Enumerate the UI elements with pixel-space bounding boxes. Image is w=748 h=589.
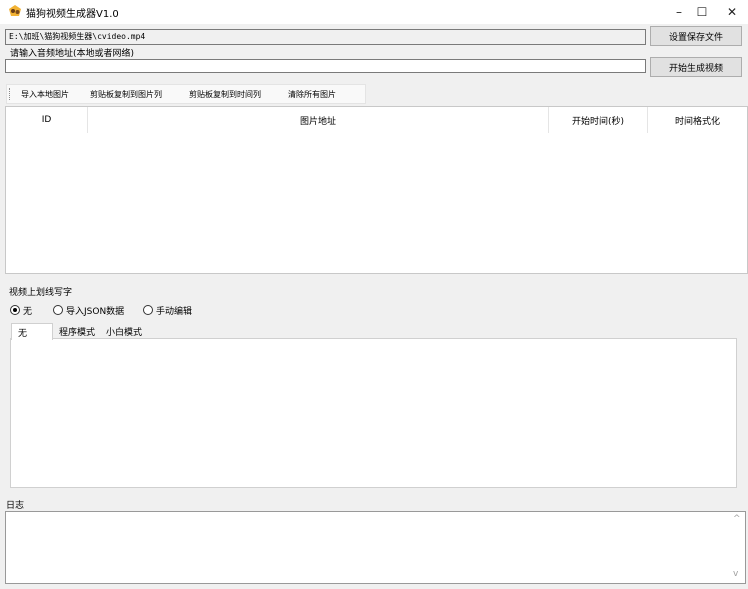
radio-manual-edit[interactable]: 手动编辑 <box>143 304 193 317</box>
log-label: 日志 <box>6 501 25 511</box>
drawing-tab-panel[interactable] <box>10 338 737 488</box>
column-header-image-path[interactable]: 图片地址 <box>88 107 549 133</box>
radio-manual-edit-label: 手动编辑 <box>156 306 193 317</box>
radio-unselected-icon <box>53 305 63 315</box>
tab-none[interactable]: 无 <box>11 323 53 340</box>
log-textarea[interactable] <box>5 511 746 584</box>
column-header-start-time[interactable]: 开始时间(秒) <box>549 107 648 133</box>
log-scrollbar[interactable]: ^ v <box>729 512 745 583</box>
audio-address-label: 请输入音频地址(本地或者网络) <box>10 49 135 59</box>
tab-novice-mode[interactable]: 小白模式 <box>102 323 146 339</box>
window-title: 猫狗视频生成器V1.0 <box>26 9 119 20</box>
radio-unselected-icon <box>143 305 153 315</box>
set-save-file-button[interactable]: 设置保存文件 <box>650 26 742 46</box>
clear-all-images-button[interactable]: 清除所有图片 <box>288 89 336 100</box>
radio-none-label: 无 <box>23 306 33 317</box>
scroll-down-icon[interactable]: v <box>733 569 738 579</box>
paste-to-image-column-button[interactable]: 剪贴板复制到图片列 <box>90 89 162 100</box>
cat-dog-app-icon <box>9 5 21 16</box>
start-generate-video-button[interactable]: 开始生成视频 <box>650 57 742 77</box>
video-drawing-label: 视频上划线写字 <box>9 288 73 298</box>
radio-selected-icon <box>10 305 20 315</box>
radio-none[interactable]: 无 <box>10 304 33 317</box>
scroll-up-icon[interactable]: ^ <box>733 514 741 524</box>
toolbar-grip-handle[interactable] <box>9 88 11 100</box>
audio-address-input[interactable] <box>5 59 646 73</box>
video-path-field[interactable]: E:\加班\猫狗视频生器\cvideo.mp4 <box>5 29 646 45</box>
import-local-images-button[interactable]: 导入本地图片 <box>21 89 69 100</box>
radio-import-json[interactable]: 导入JSON数据 <box>53 304 125 317</box>
paste-to-time-column-button[interactable]: 剪贴板复制到时间列 <box>189 89 261 100</box>
column-header-id[interactable]: ID <box>6 107 88 133</box>
tab-program-mode[interactable]: 程序模式 <box>55 323 99 339</box>
radio-import-json-label: 导入JSON数据 <box>66 306 125 317</box>
column-header-time-format[interactable]: 时间格式化 <box>648 107 747 133</box>
close-button[interactable]: ✕ <box>716 0 748 24</box>
